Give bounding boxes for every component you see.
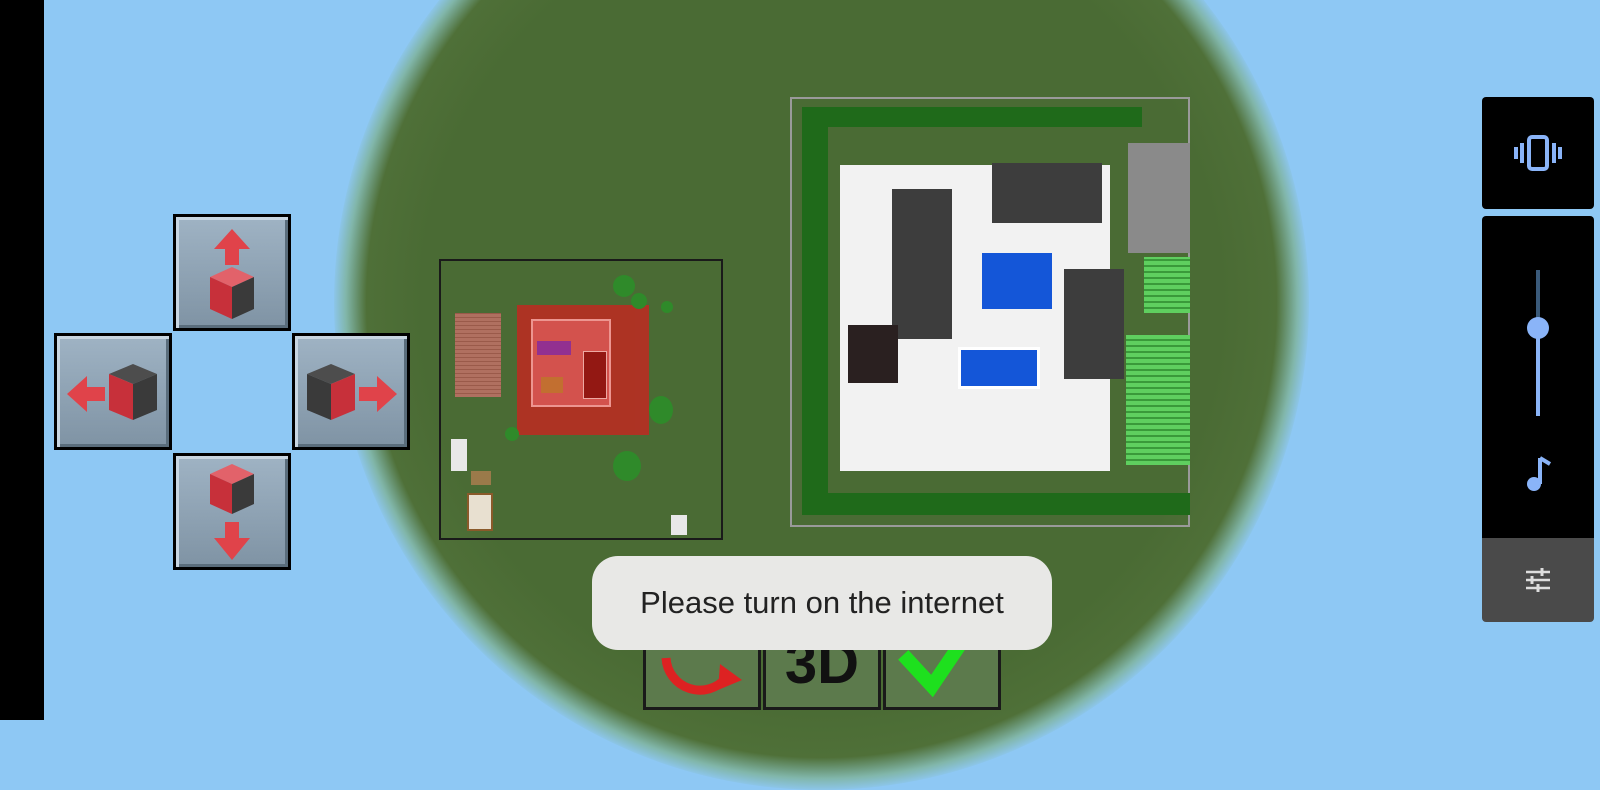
courtyard <box>1128 143 1190 253</box>
pool-lower <box>958 347 1040 389</box>
mansion-tower <box>1064 269 1124 379</box>
tree <box>661 301 673 313</box>
tree <box>613 275 635 297</box>
move-right-button[interactable] <box>292 333 410 450</box>
hut <box>467 493 493 531</box>
mansion-dark-wing <box>892 189 952 339</box>
red-house <box>531 319 611 407</box>
tune-icon <box>1526 568 1550 592</box>
volume-slider-panel <box>1482 216 1594 538</box>
hedge-top <box>802 107 1142 127</box>
mansion-roof <box>992 163 1102 223</box>
move-left-button[interactable] <box>54 333 172 450</box>
vibrate-toggle[interactable] <box>1482 97 1594 209</box>
tree <box>631 293 647 309</box>
hedge-bottom <box>802 493 1190 515</box>
music-note-icon <box>1527 456 1552 491</box>
white-block <box>671 515 687 535</box>
hedge-left <box>802 107 828 515</box>
white-block <box>451 439 467 471</box>
selected-structure-highlight <box>517 305 649 435</box>
move-down-button[interactable] <box>173 453 291 570</box>
pool-upper <box>982 253 1052 309</box>
volume-slider-thumb[interactable] <box>1527 317 1549 339</box>
crate <box>471 471 491 485</box>
vibrate-icon <box>1514 135 1562 171</box>
mansion-plot[interactable] <box>790 97 1190 527</box>
tree <box>505 427 519 441</box>
sound-settings-button[interactable] <box>1482 538 1594 622</box>
tree <box>649 396 673 424</box>
small-plot[interactable] <box>439 259 723 540</box>
volume-panel <box>1482 97 1594 622</box>
toast-message: Please turn on the internet <box>592 556 1052 650</box>
move-up-button[interactable] <box>173 214 291 331</box>
mansion-room <box>848 325 898 383</box>
garden-upper <box>1144 257 1190 313</box>
screen-edge-bar <box>0 0 44 720</box>
volume-slider-fill <box>1536 328 1540 416</box>
tree <box>613 451 641 481</box>
garden-lower <box>1126 335 1190 465</box>
brick-field <box>455 313 501 397</box>
